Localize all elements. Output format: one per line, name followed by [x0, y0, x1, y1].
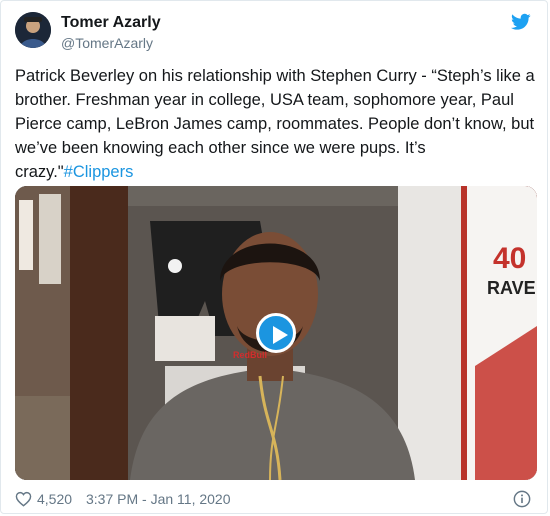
author-names: Tomer Azarly @TomerAzarly [61, 13, 161, 53]
like-count[interactable]: 4,520 [37, 489, 72, 509]
tweet-timestamp[interactable]: 3:37 PM - Jan 11, 2020 [86, 489, 231, 509]
tweet-header: Tomer Azarly @TomerAzarly [15, 12, 533, 52]
heart-icon[interactable] [15, 491, 32, 507]
author-display-name[interactable]: Tomer Azarly [61, 13, 161, 33]
hashtag-link[interactable]: #Clippers [64, 163, 134, 181]
avatar[interactable] [15, 12, 51, 48]
tweet-text: Patrick Beverley on his relationship wit… [15, 64, 537, 184]
twitter-bird-icon[interactable] [511, 13, 531, 31]
tweet-footer: 4,520 3:37 PM - Jan 11, 2020 [15, 489, 533, 509]
author-handle[interactable]: @TomerAzarly [61, 33, 161, 53]
jersey-text: RAVE [487, 278, 536, 298]
jersey-number: 40 [493, 242, 526, 275]
info-icon[interactable] [513, 490, 531, 508]
video-player[interactable]: 40 RAVE RedBull [15, 186, 537, 480]
play-icon[interactable] [256, 313, 296, 353]
sponsor-label: RedBull [233, 350, 267, 360]
avatar-image [15, 12, 51, 48]
tweet-card: Tomer Azarly @TomerAzarly Patrick Beverl… [0, 0, 548, 514]
